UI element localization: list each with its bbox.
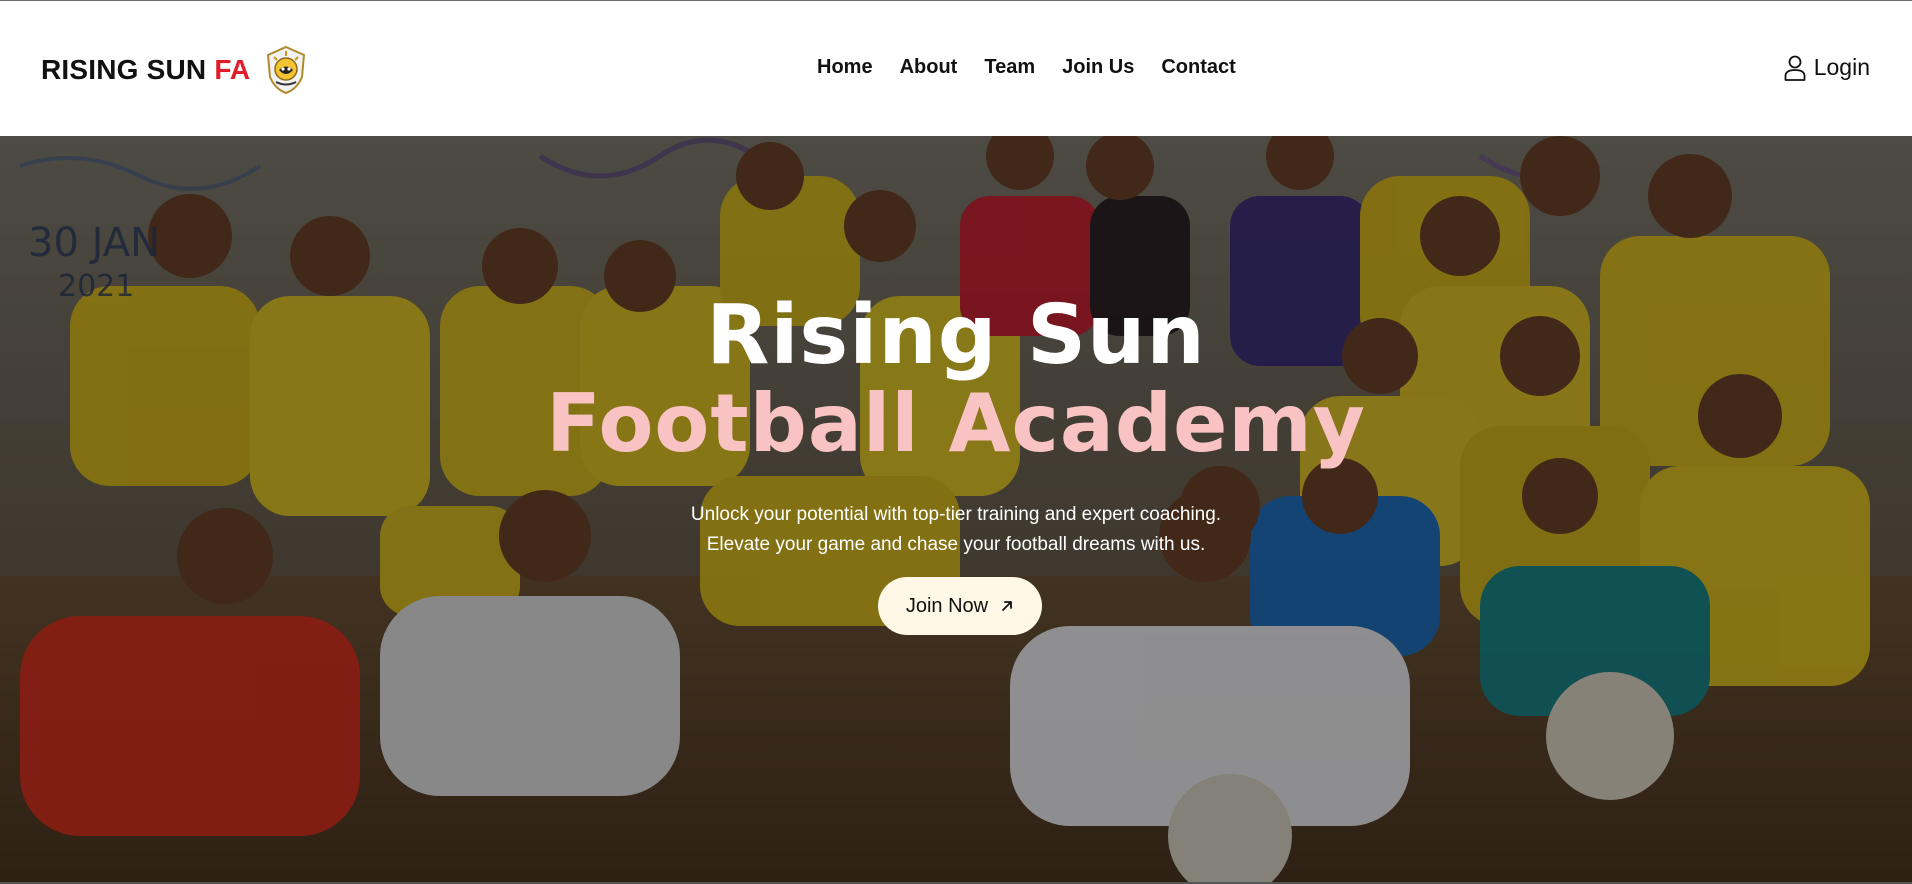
nav-home[interactable]: Home — [817, 56, 873, 79]
join-now-label: Join Now — [905, 594, 989, 617]
hero-subtitle-line-2: Elevate your game and chase your footbal… — [706, 534, 1206, 555]
hero-title-line-2: Football Academy — [546, 377, 1366, 470]
main-nav: Home About Team Join Us Contact — [817, 56, 1236, 79]
hero-subtitle: Unlock your potential with top-tier trai… — [0, 500, 1912, 560]
hero-subtitle-line-1: Unlock your potential with top-tier trai… — [690, 504, 1222, 525]
login-button[interactable]: Login — [1784, 54, 1870, 81]
nav-contact[interactable]: Contact — [1161, 56, 1235, 79]
nav-team[interactable]: Team — [984, 56, 1035, 79]
user-icon — [1784, 55, 1806, 81]
hero-section: 30 JAN 2021 Rising Sun Football Academy … — [0, 136, 1912, 884]
brand-name: RISING SUN — [41, 54, 207, 85]
arrow-up-right-icon — [1002, 601, 1013, 611]
hero-title-line-1: Rising Sun — [706, 288, 1206, 383]
brand-accent: FA — [214, 54, 251, 85]
navbar: RISING SUN FA Home About Team Join Us Co… — [0, 1, 1912, 136]
join-now-button[interactable]: Join Now — [878, 577, 1042, 635]
nav-about[interactable]: About — [900, 56, 958, 79]
nav-join-us[interactable]: Join Us — [1062, 56, 1134, 79]
brand-logo[interactable]: RISING SUN FA — [41, 45, 308, 95]
crest-icon — [267, 45, 306, 95]
login-label: Login — [1813, 54, 1870, 80]
